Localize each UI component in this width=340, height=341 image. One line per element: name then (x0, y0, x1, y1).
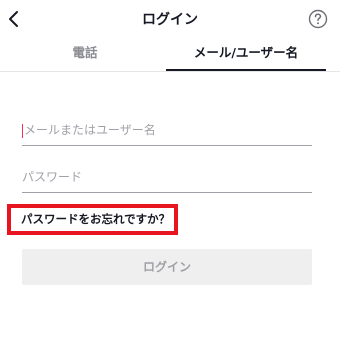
page-title: ログイン (142, 12, 198, 28)
forgot-password-link[interactable]: パスワードをお忘れですか？ (7, 204, 178, 235)
header: ログイン (0, 0, 340, 38)
email-username-field[interactable] (22, 115, 314, 146)
tab-email-username[interactable]: メール/ユーザー名 (166, 40, 326, 71)
tab-phone[interactable]: 電話 (0, 40, 170, 71)
login-method-tabs: 電話 メール/ユーザー名 (0, 40, 340, 72)
login-button[interactable]: ログイン (22, 249, 312, 285)
email-username-input[interactable] (22, 115, 314, 145)
password-input[interactable] (22, 162, 312, 192)
active-tab-indicator (166, 69, 326, 71)
question-circle-icon[interactable] (308, 9, 328, 29)
password-field[interactable] (22, 162, 312, 193)
